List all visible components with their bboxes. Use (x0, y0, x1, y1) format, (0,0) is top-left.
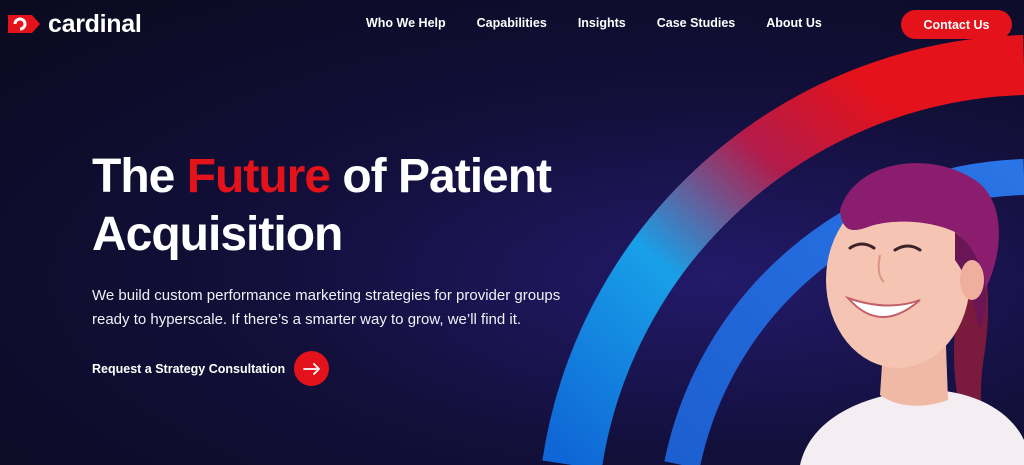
strategy-consultation-cta[interactable]: Request a Strategy Consultation (92, 351, 330, 386)
hero-title-accent: Future (186, 150, 331, 203)
brand-name: cardinal (48, 9, 142, 38)
nav-who-we-help[interactable]: Who We Help (366, 16, 446, 30)
cardinal-logo-icon (8, 15, 40, 33)
main-menu: Who We Help Capabilities Insights Case S… (366, 16, 822, 30)
nav-case-studies[interactable]: Case Studies (657, 16, 736, 30)
contact-us-button[interactable]: Contact Us (901, 10, 1012, 39)
hero-title-pre: The (92, 150, 175, 203)
nav-about-us[interactable]: About Us (766, 16, 822, 30)
hero-title-line2: Acquisition (92, 208, 343, 261)
cta-button-circle[interactable] (294, 351, 330, 386)
brand-logo[interactable]: cardinal (6, 9, 142, 39)
hero-person-photo (800, 163, 1024, 465)
top-navigation: cardinal Who We Help Capabilities Insigh… (0, 0, 1024, 48)
hero-title-post: of Patient (342, 150, 552, 203)
hero-subtitle: We build custom performance marketing st… (92, 287, 561, 328)
hero-title: The Future of Patient Acquisition (92, 148, 552, 264)
nav-capabilities[interactable]: Capabilities (477, 16, 547, 30)
arrow-right-icon (302, 362, 320, 375)
cta-label: Request a Strategy Consultation (92, 361, 286, 376)
nav-insights[interactable]: Insights (578, 16, 626, 30)
